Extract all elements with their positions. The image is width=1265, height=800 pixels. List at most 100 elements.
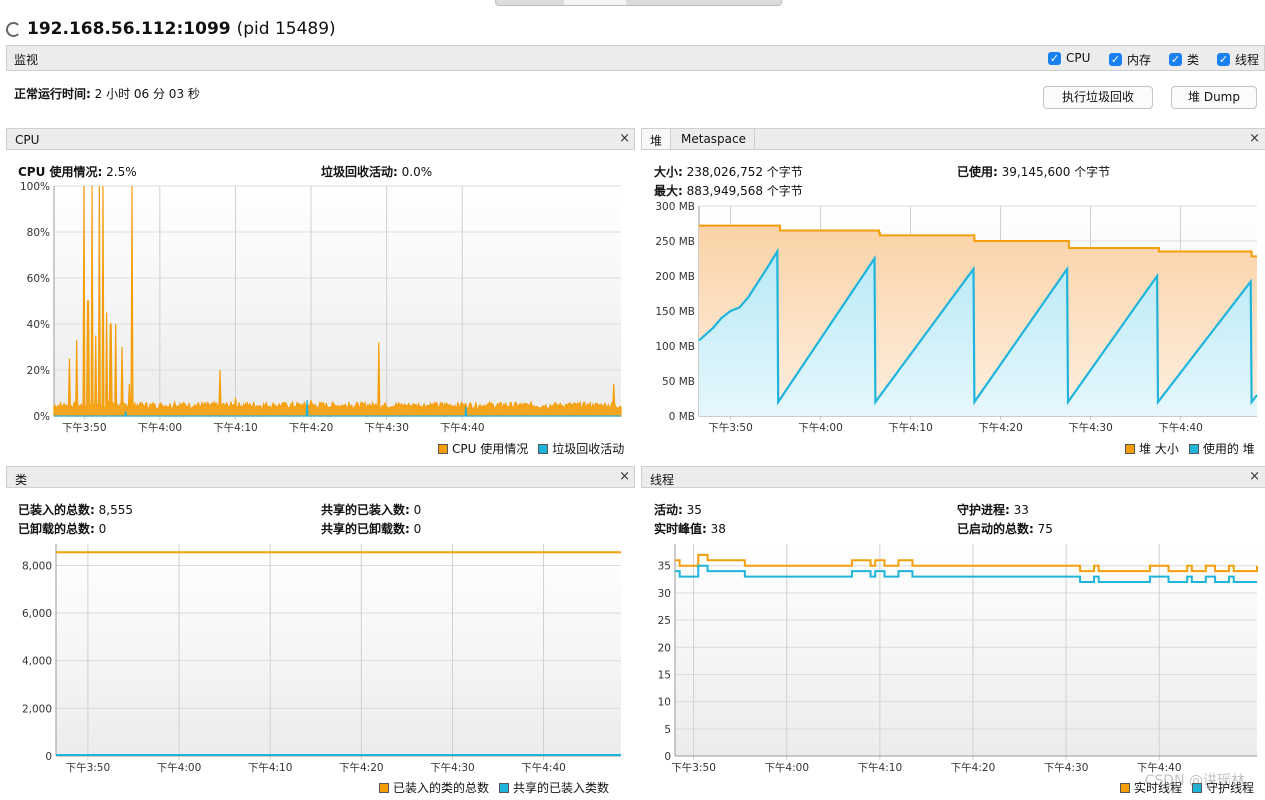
tab-heap[interactable]: 堆: [642, 129, 672, 149]
x-tick-label: 下午4:30: [430, 761, 475, 774]
stat-label: 最大:: [654, 184, 683, 198]
legend-swatch: [379, 782, 389, 793]
stat-value: 0: [413, 503, 422, 517]
stat-value: 8,555: [98, 503, 133, 517]
classes-svg: 0 2,000 4,000 6,000 8,000 下午3:50 下午4:00 下午4:10 下…: [22, 544, 621, 774]
y-tick-label: 15: [658, 669, 671, 681]
stat-label: 已使用:: [957, 165, 998, 179]
stat-label: 共享的已装入数:: [321, 503, 410, 517]
x-tick-label: 下午4:40: [521, 761, 566, 774]
uptime-label: 正常运行时间:: [14, 87, 91, 101]
x-tick-label: 下午3:50: [62, 421, 107, 434]
stat-value: 0.0%: [401, 165, 433, 179]
y-tick-label: 5: [664, 724, 671, 736]
x-tick-label: 下午4:30: [1044, 761, 1089, 774]
checkbox-threads[interactable]: ✓ 线程: [1217, 51, 1259, 68]
threads-panel-title: 线程: [650, 473, 675, 487]
legend-swatch: [1188, 443, 1199, 454]
y-tick-label: 8,000: [22, 560, 52, 572]
checkmark-icon: ✓: [1217, 53, 1230, 66]
stat-label: 大小:: [654, 165, 683, 179]
checkbox-classes[interactable]: ✓ 类: [1169, 51, 1199, 68]
plot-area: [56, 544, 621, 756]
threads-chart: 0 5 10 15 20 25 30 35 下午3:50 下午4:00 下午4:10 下午4:20 下午…: [641, 538, 1265, 778]
heap-max-stat: 最大: 883,949,568 个字节: [654, 182, 803, 199]
y-tick-label: 50 MB: [662, 376, 695, 388]
close-icon[interactable]: ×: [619, 469, 630, 484]
x-tick-label: 下午4:10: [213, 421, 258, 434]
checkbox-cpu[interactable]: ✓ CPU: [1048, 51, 1090, 65]
cpu-panel-header: CPU ×: [6, 128, 635, 150]
checkbox-label: 线程: [1235, 53, 1260, 67]
cpu-panel-title: CPU: [15, 133, 40, 147]
x-tick-label: 下午4:10: [858, 761, 903, 774]
checkbox-label: 内存: [1127, 53, 1152, 67]
y-tick-label: 300 MB: [655, 201, 695, 213]
stat-value: 883,949,568 个字节: [686, 184, 803, 198]
top-tab-strip[interactable]: [495, 0, 782, 6]
stat-label: CPU 使用情况:: [18, 165, 103, 179]
threads-panel-header: 线程 ×: [641, 466, 1265, 488]
stat-label: 垃圾回收活动:: [321, 165, 398, 179]
y-tick-label: 10: [658, 697, 671, 709]
heap-dump-button[interactable]: 堆 Dump: [1171, 86, 1257, 109]
x-tick-label: 下午3:50: [671, 761, 716, 774]
x-tick-label: 下午4:20: [339, 761, 384, 774]
legend-label: CPU 使用情况: [452, 442, 529, 456]
heap-svg: 0 MB 50 MB 100 MB 150 MB 200 MB 250 MB 300 MB 下…: [655, 201, 1258, 434]
y-tick-label: 0: [664, 751, 671, 763]
x-tick-label: 下午4:40: [1158, 421, 1203, 434]
legend-label: 共享的已装入类数: [513, 781, 610, 795]
close-icon[interactable]: ×: [1249, 469, 1260, 484]
active-tab-segment[interactable]: [564, 0, 626, 5]
legend-swatch: [538, 443, 549, 454]
unloaded-total-stat: 已卸载的总数: 0: [18, 520, 106, 537]
y-tick-label: 0: [45, 751, 52, 763]
stat-value: 39,145,600 个字节: [1001, 165, 1111, 179]
heap-chart: 0 MB 50 MB 100 MB 150 MB 200 MB 250 MB 300 MB 下…: [641, 198, 1265, 438]
close-icon[interactable]: ×: [619, 131, 630, 146]
x-tick-label: 下午4:00: [798, 421, 843, 434]
checkmark-icon: ✓: [1048, 51, 1061, 65]
y-tick-label: 30: [658, 588, 671, 600]
y-tick-label: 80%: [27, 227, 50, 239]
checkbox-memory[interactable]: ✓ 内存: [1109, 51, 1151, 68]
stat-value: 33: [1013, 503, 1029, 517]
legend-label: 垃圾回收活动: [552, 442, 625, 456]
legend-item: 垃圾回收活动: [538, 440, 624, 457]
tab-metaspace[interactable]: Metaspace: [673, 129, 755, 149]
y-tick-label: 40%: [27, 319, 50, 331]
heap-legend: 堆 大小 使用的 堆: [1115, 440, 1255, 457]
classes-panel-title: 类: [15, 473, 28, 487]
stat-label: 已装入的总数:: [18, 503, 95, 517]
x-tick-label: 下午4:30: [1068, 421, 1113, 434]
uptime-value: 2 小时 06 分 03 秒: [94, 87, 200, 101]
monitor-header: 监视 ✓ CPU ✓ 内存 ✓ 类 ✓ 线程: [6, 45, 1265, 71]
cpu-chart: 0% 20% 40% 60% 80% 100% 下午3:50 下午4:00 下午4:10 下午4:…: [6, 180, 635, 438]
y-tick-label: 0 MB: [669, 411, 695, 423]
stat-label: 已卸载的总数:: [18, 522, 95, 536]
classes-chart: 0 2,000 4,000 6,000 8,000 下午3:50 下午4:00 下午4:10 下…: [6, 538, 635, 778]
x-tick-label: 下午4:30: [364, 421, 409, 434]
heap-panel-header: 堆 Metaspace ×: [641, 128, 1265, 150]
y-tick-label: 200 MB: [655, 271, 695, 283]
uptime: 正常运行时间: 2 小时 06 分 03 秒: [14, 85, 200, 102]
stat-value: 75: [1037, 522, 1053, 536]
y-tick-label: 250 MB: [655, 236, 695, 248]
close-icon[interactable]: ×: [1249, 131, 1260, 146]
stat-value: 35: [686, 503, 702, 517]
watermark: CSDN @讲瑶林: [1144, 773, 1245, 789]
plot-area: [54, 186, 621, 416]
x-tick-label: 下午4:20: [978, 421, 1023, 434]
stat-label: 守护进程:: [957, 503, 1010, 517]
perform-gc-button[interactable]: 执行垃圾回收: [1043, 86, 1153, 109]
x-tick-label: 下午4:00: [764, 761, 809, 774]
legend-swatch: [1125, 443, 1135, 454]
stat-value: 38: [710, 522, 726, 536]
window-title-row: 192.168.56.112:1099 (pid 15489): [6, 18, 336, 40]
legend-label: 已装入的类的总数: [393, 781, 490, 795]
x-tick-label: 下午3:50: [66, 761, 111, 774]
heap-used-stat: 已使用: 39,145,600 个字节: [957, 163, 1110, 180]
checkmark-icon: ✓: [1109, 53, 1122, 66]
classes-panel-header: 类 ×: [6, 466, 635, 488]
